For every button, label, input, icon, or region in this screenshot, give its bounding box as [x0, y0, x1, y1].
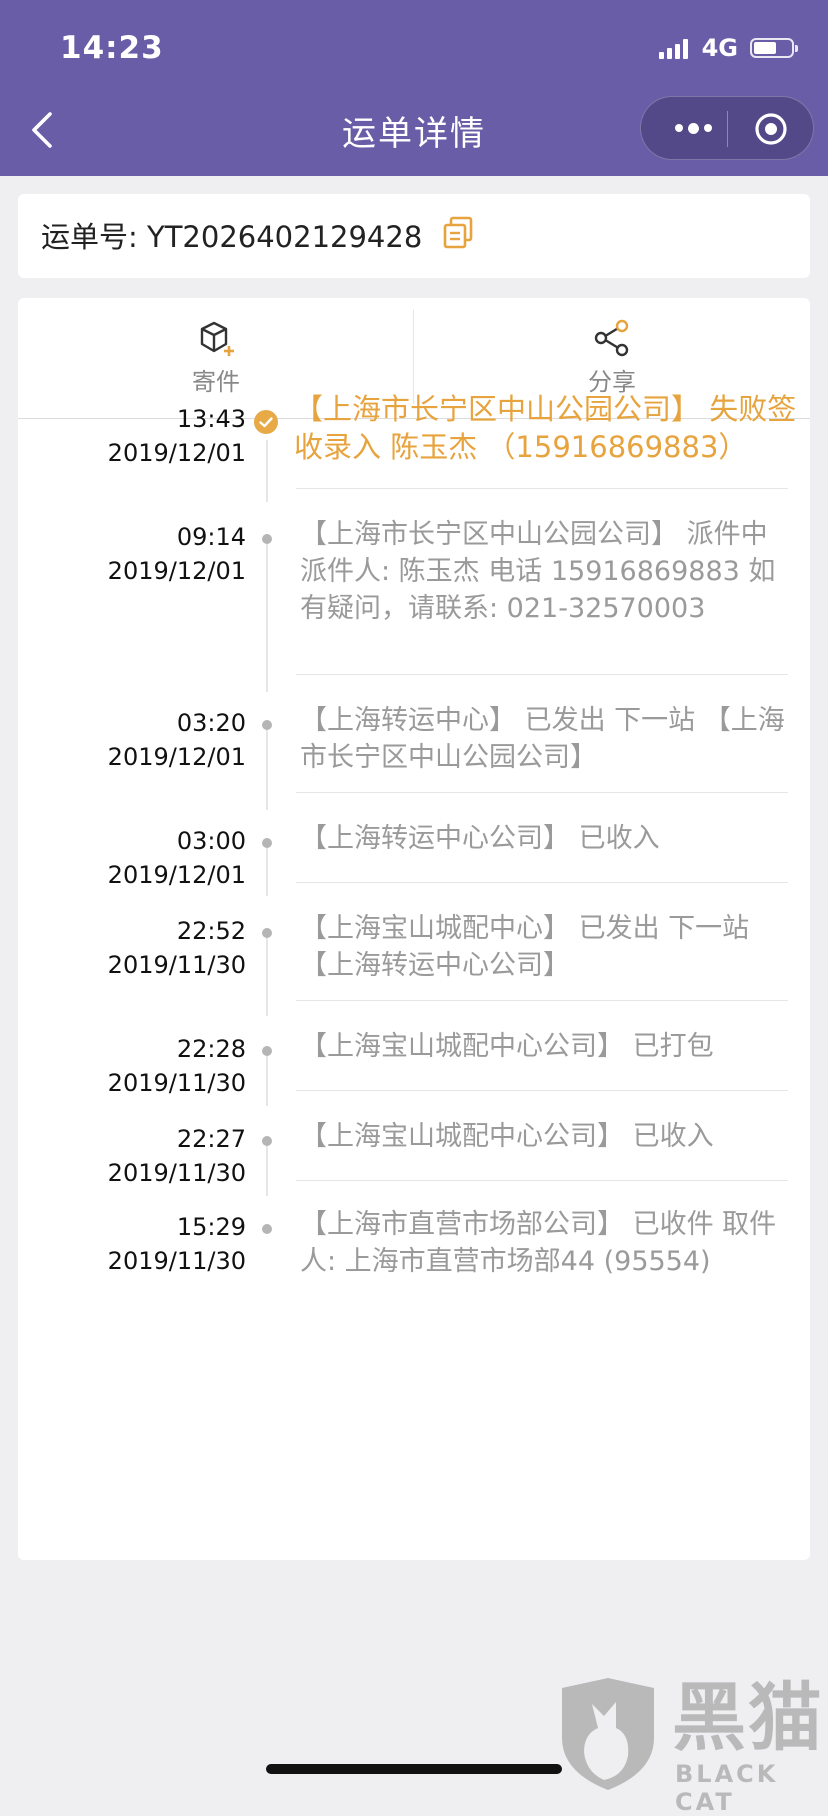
timeline-dot: [262, 838, 272, 848]
event-description: 【上海转运中心】 已发出 下一站 【上海市长宁区中山公园公司】: [300, 705, 785, 773]
timeline-dot: [262, 1136, 272, 1146]
event-description: 【上海转运中心公司】 已收入: [300, 823, 660, 854]
timeline-line: [266, 1052, 268, 1106]
event-time: 22:27: [176, 1125, 246, 1153]
event-date: 2019/11/30: [107, 951, 246, 979]
event-date: 2019/11/30: [107, 1247, 246, 1275]
timeline-dot: [262, 1224, 272, 1234]
event-description: 【上海宝山城配中心公司】 已收入: [300, 1121, 714, 1152]
package-add-icon: [200, 321, 234, 356]
timeline-separator: [296, 488, 788, 489]
event-time: 15:29: [176, 1213, 246, 1241]
timeline-separator: [296, 1180, 788, 1181]
event-time: 22:52: [176, 917, 246, 945]
event-time: 13:43: [176, 405, 246, 433]
timeline-dot: [262, 720, 272, 730]
home-indicator: [266, 1764, 562, 1774]
timeline-separator: [296, 882, 788, 883]
event-time: 22:28: [176, 1035, 246, 1063]
event-time: 09:14: [176, 523, 246, 551]
cat-shield-icon: [562, 1678, 654, 1790]
timeline-line: [266, 930, 268, 1016]
timeline-dot: [262, 928, 272, 938]
event-date: 2019/12/01: [107, 439, 246, 467]
event-time: 03:20: [176, 709, 246, 737]
timeline-dot: [262, 534, 272, 544]
timeline-separator: [296, 792, 788, 793]
watermark-text: 黑猫: [672, 1675, 824, 1761]
waybill-number: 运单号: YT2026402129428: [41, 220, 423, 254]
signal-icon: [658, 37, 688, 59]
watermark-logo: 黑猫 BLACK CAT: [558, 1675, 828, 1816]
timeline-line: [266, 1140, 268, 1196]
close-target-icon[interactable]: [754, 112, 788, 146]
copy-icon[interactable]: [442, 216, 474, 250]
event-date: 2019/12/01: [107, 861, 246, 889]
event-date: 2019/11/30: [107, 1159, 246, 1187]
timeline-separator: [296, 1090, 788, 1091]
mini-program-capsule: [640, 96, 814, 160]
timeline-line: [266, 534, 268, 692]
event-date: 2019/11/30: [107, 1069, 246, 1097]
network-type: 4G: [701, 34, 738, 62]
battery-icon: [750, 38, 798, 58]
event-description: 【上海市长宁区中山公园公司】 失败签收录入 陈玉杰 （15916869883）: [294, 392, 797, 464]
timeline-line: [266, 720, 268, 810]
timeline-separator: [296, 1000, 788, 1001]
share-icon: [594, 319, 629, 357]
timeline-dot: [262, 1046, 272, 1056]
event-date: 2019/12/01: [107, 557, 246, 585]
check-icon: [254, 410, 278, 434]
status-time: 14:23: [60, 30, 164, 66]
event-time: 03:00: [176, 827, 246, 855]
capsule-divider: [727, 111, 728, 147]
more-icon[interactable]: [665, 97, 721, 159]
event-description: 【上海市长宁区中山公园公司】 派件中 派件人: 陈玉杰 电话 159168698…: [300, 519, 776, 624]
watermark-subtext: BLACK CAT: [675, 1760, 779, 1816]
timeline-separator: [296, 674, 788, 675]
timeline-line: [266, 844, 268, 896]
event-description: 【上海宝山城配中心】 已发出 下一站 【上海转运中心公司】: [300, 913, 750, 981]
event-date: 2019/12/01: [107, 743, 246, 771]
status-indicators: 4G: [658, 34, 798, 62]
header: 14:23 4G 运单详情: [0, 0, 828, 176]
event-description: 【上海宝山城配中心公司】 已打包: [300, 1031, 714, 1062]
waybill-card: 运单号: YT2026402129428: [18, 194, 810, 278]
event-description: 【上海市直营市场部公司】 已收件 取件人: 上海市直营市场部44 (95554): [300, 1209, 777, 1277]
timeline-line: [266, 440, 268, 502]
tracking-card: 寄件 分享 13:43 2019/12/01 【上海市长宁区中山公园公司】 失败签收…: [18, 298, 810, 1560]
